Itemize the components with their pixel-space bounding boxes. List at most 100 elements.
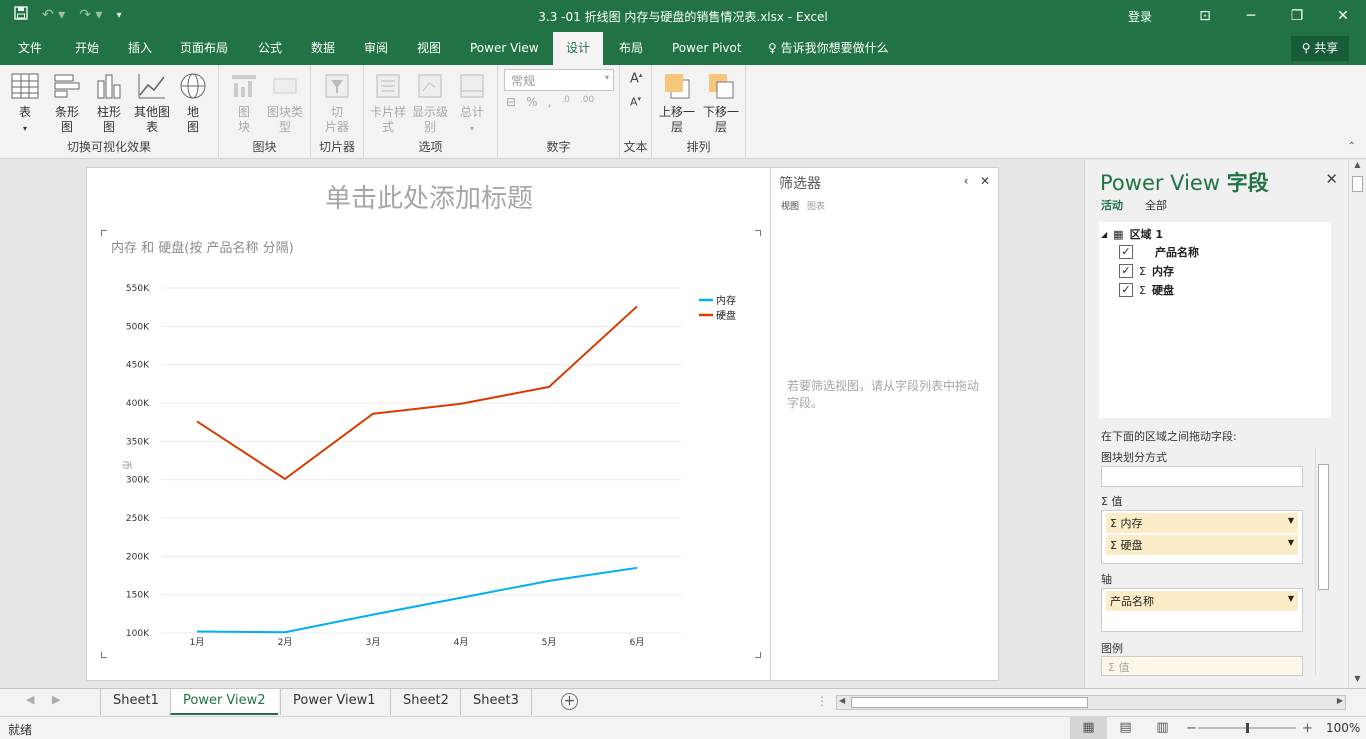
currency-icon[interactable]: ⊟ bbox=[506, 95, 516, 109]
tab-home[interactable]: 开始 bbox=[75, 32, 99, 65]
ribbon-display-options-icon[interactable]: ⊡ bbox=[1182, 8, 1228, 24]
scroll-thumb[interactable] bbox=[1352, 176, 1363, 192]
field-zones-scrollbar[interactable] bbox=[1315, 448, 1331, 676]
close-field-list-icon[interactable]: ✕ bbox=[1325, 170, 1338, 188]
horizontal-scrollbar[interactable]: ◀ ▶ bbox=[836, 695, 1346, 710]
tab-view[interactable]: 视图 bbox=[417, 32, 441, 65]
scroll-right-icon[interactable]: ▶ bbox=[1337, 696, 1343, 705]
main-vertical-scrollbar[interactable]: ▲ ▼ bbox=[1348, 160, 1366, 688]
tab-formulas[interactable]: 公式 bbox=[258, 32, 282, 65]
percent-icon[interactable]: % bbox=[526, 95, 537, 109]
add-sheet-icon[interactable]: + bbox=[561, 693, 578, 710]
dropdown-arrow-icon[interactable]: ▼ bbox=[1288, 538, 1294, 547]
bar-chart-button[interactable]: 条形 图 bbox=[50, 71, 84, 135]
increase-decimal-icon[interactable]: .0 bbox=[561, 95, 570, 109]
zoom-slider[interactable]: − + bbox=[1184, 720, 1314, 736]
decrease-decimal-icon[interactable]: .00 bbox=[580, 95, 594, 109]
page-layout-view-icon[interactable]: ▤ bbox=[1107, 717, 1144, 739]
next-sheet-icon[interactable]: ▶ bbox=[52, 693, 60, 706]
minimize-icon[interactable]: ─ bbox=[1228, 8, 1274, 24]
values-item[interactable]: Σ 硬盘 ▼ bbox=[1106, 535, 1298, 555]
close-filters-icon[interactable]: ✕ bbox=[980, 174, 990, 188]
data-point[interactable] bbox=[195, 629, 199, 633]
scroll-thumb[interactable] bbox=[1318, 464, 1329, 590]
chart-corner-handle[interactable] bbox=[101, 230, 107, 236]
scroll-down-icon[interactable]: ▼ bbox=[1349, 674, 1366, 688]
field-row[interactable]: ✓ Σ 硬盘 bbox=[1119, 282, 1174, 298]
data-point[interactable] bbox=[371, 412, 375, 416]
column-chart-button[interactable]: 柱形 图 bbox=[92, 71, 126, 135]
collapse-icon[interactable]: ◢ bbox=[1101, 230, 1107, 239]
field-tab-all[interactable]: 全部 bbox=[1145, 199, 1167, 212]
field-row[interactable]: ✓ 产品名称 bbox=[1119, 244, 1199, 260]
legend-label[interactable]: 内存 bbox=[716, 294, 736, 307]
normal-view-icon[interactable]: ▦ bbox=[1070, 717, 1107, 739]
data-point[interactable] bbox=[459, 402, 463, 406]
comma-icon[interactable]: , bbox=[547, 95, 551, 109]
line-chart[interactable]: 内存 和 硬盘(按 产品名称 分隔) 币 100K 150K 200K 250K 300… bbox=[101, 230, 761, 658]
series-line-内存[interactable] bbox=[196, 566, 638, 634]
tab-layout[interactable]: 布局 bbox=[619, 32, 643, 65]
values-item[interactable]: Σ 内存 ▼ bbox=[1106, 513, 1298, 533]
tab-review[interactable]: 审阅 bbox=[364, 32, 388, 65]
prev-sheet-icon[interactable]: ◀ bbox=[26, 693, 34, 706]
field-tab-active[interactable]: 活动 bbox=[1101, 199, 1123, 212]
tab-insert[interactable]: 插入 bbox=[128, 32, 152, 65]
sheet-tab[interactable]: Power View1 bbox=[280, 689, 388, 715]
tab-file[interactable]: 文件 bbox=[18, 32, 42, 65]
tiles-button[interactable]: 图 块 bbox=[227, 71, 261, 135]
send-backward-button[interactable]: 下移一 层 bbox=[700, 71, 742, 135]
tab-power-view[interactable]: Power View bbox=[470, 32, 539, 65]
sheet-tab[interactable]: Sheet3 bbox=[460, 689, 532, 715]
data-point[interactable] bbox=[635, 304, 639, 308]
table-node[interactable]: ◢ ▦ 区域 1 bbox=[1101, 226, 1163, 242]
other-chart-button[interactable]: 其他图 表 bbox=[132, 71, 172, 135]
chart-corner-handle[interactable] bbox=[755, 230, 761, 236]
close-icon[interactable]: ✕ bbox=[1320, 8, 1366, 24]
bring-forward-button[interactable]: 上移一 层 bbox=[656, 71, 698, 135]
table-button[interactable]: 表 ▾ bbox=[8, 71, 42, 136]
field-checkbox[interactable]: ✓ bbox=[1119, 264, 1133, 278]
legend-label[interactable]: 硬盘 bbox=[716, 309, 736, 322]
number-format-select[interactable]: 常规 ▾ bbox=[504, 69, 614, 91]
font-shrink-icon[interactable]: A▾ bbox=[630, 95, 641, 109]
collapse-filters-icon[interactable]: ‹ bbox=[964, 174, 969, 188]
zoom-percent[interactable]: 100% bbox=[1326, 721, 1360, 735]
data-point[interactable] bbox=[547, 579, 551, 583]
data-point[interactable] bbox=[283, 477, 287, 481]
field-row[interactable]: ✓ Σ 内存 bbox=[1119, 263, 1174, 279]
field-checkbox[interactable]: ✓ bbox=[1119, 245, 1133, 259]
filters-tab-chart[interactable]: 图表 bbox=[807, 202, 825, 212]
split-handle-icon[interactable]: ⋮ bbox=[816, 694, 828, 708]
axis-item[interactable]: 产品名称 ▼ bbox=[1106, 591, 1298, 611]
data-point[interactable] bbox=[195, 419, 199, 423]
scroll-up-icon[interactable]: ▲ bbox=[1349, 160, 1366, 174]
axis-drop-zone[interactable]: 产品名称 ▼ bbox=[1101, 588, 1303, 632]
sheet-tab[interactable]: Sheet2 bbox=[390, 689, 461, 715]
title-placeholder[interactable]: 单击此处添加标题 bbox=[87, 178, 771, 215]
totals-button[interactable]: 总计 ▾ bbox=[454, 71, 490, 136]
font-grow-icon[interactable]: A▴ bbox=[630, 71, 642, 86]
series-line-硬盘[interactable] bbox=[196, 305, 638, 481]
tell-me-box[interactable]: ♀ 告诉我你想要做什么 bbox=[768, 32, 889, 65]
share-button[interactable]: ⚲ 共享 bbox=[1291, 36, 1349, 61]
sheet-tab-active[interactable]: Power View2 bbox=[170, 689, 278, 715]
legend-drop-zone[interactable]: Σ 值 bbox=[1101, 656, 1303, 676]
sheet-tab[interactable]: Sheet1 bbox=[100, 689, 171, 715]
tile-type-button[interactable]: 图块类 型 bbox=[265, 71, 305, 135]
data-point[interactable] bbox=[371, 613, 375, 617]
collapse-ribbon-icon[interactable]: ⌃ bbox=[1348, 141, 1356, 152]
filters-tab-view[interactable]: 视图 bbox=[781, 202, 799, 212]
tile-by-drop-zone[interactable] bbox=[1101, 466, 1303, 487]
scroll-left-icon[interactable]: ◀ bbox=[839, 696, 845, 705]
page-break-view-icon[interactable]: ▥ bbox=[1144, 717, 1181, 739]
data-point[interactable] bbox=[283, 630, 287, 634]
tab-design[interactable]: 设计 bbox=[553, 32, 604, 65]
slicer-button[interactable]: 切 片器 bbox=[319, 71, 355, 135]
tab-power-pivot[interactable]: Power Pivot bbox=[672, 32, 742, 65]
dropdown-arrow-icon[interactable]: ▼ bbox=[1288, 594, 1294, 603]
login-link[interactable]: 登录 bbox=[1128, 8, 1152, 25]
tab-data[interactable]: 数据 bbox=[311, 32, 335, 65]
chart-corner-handle[interactable] bbox=[755, 652, 761, 658]
chart-corner-handle[interactable] bbox=[101, 652, 107, 658]
